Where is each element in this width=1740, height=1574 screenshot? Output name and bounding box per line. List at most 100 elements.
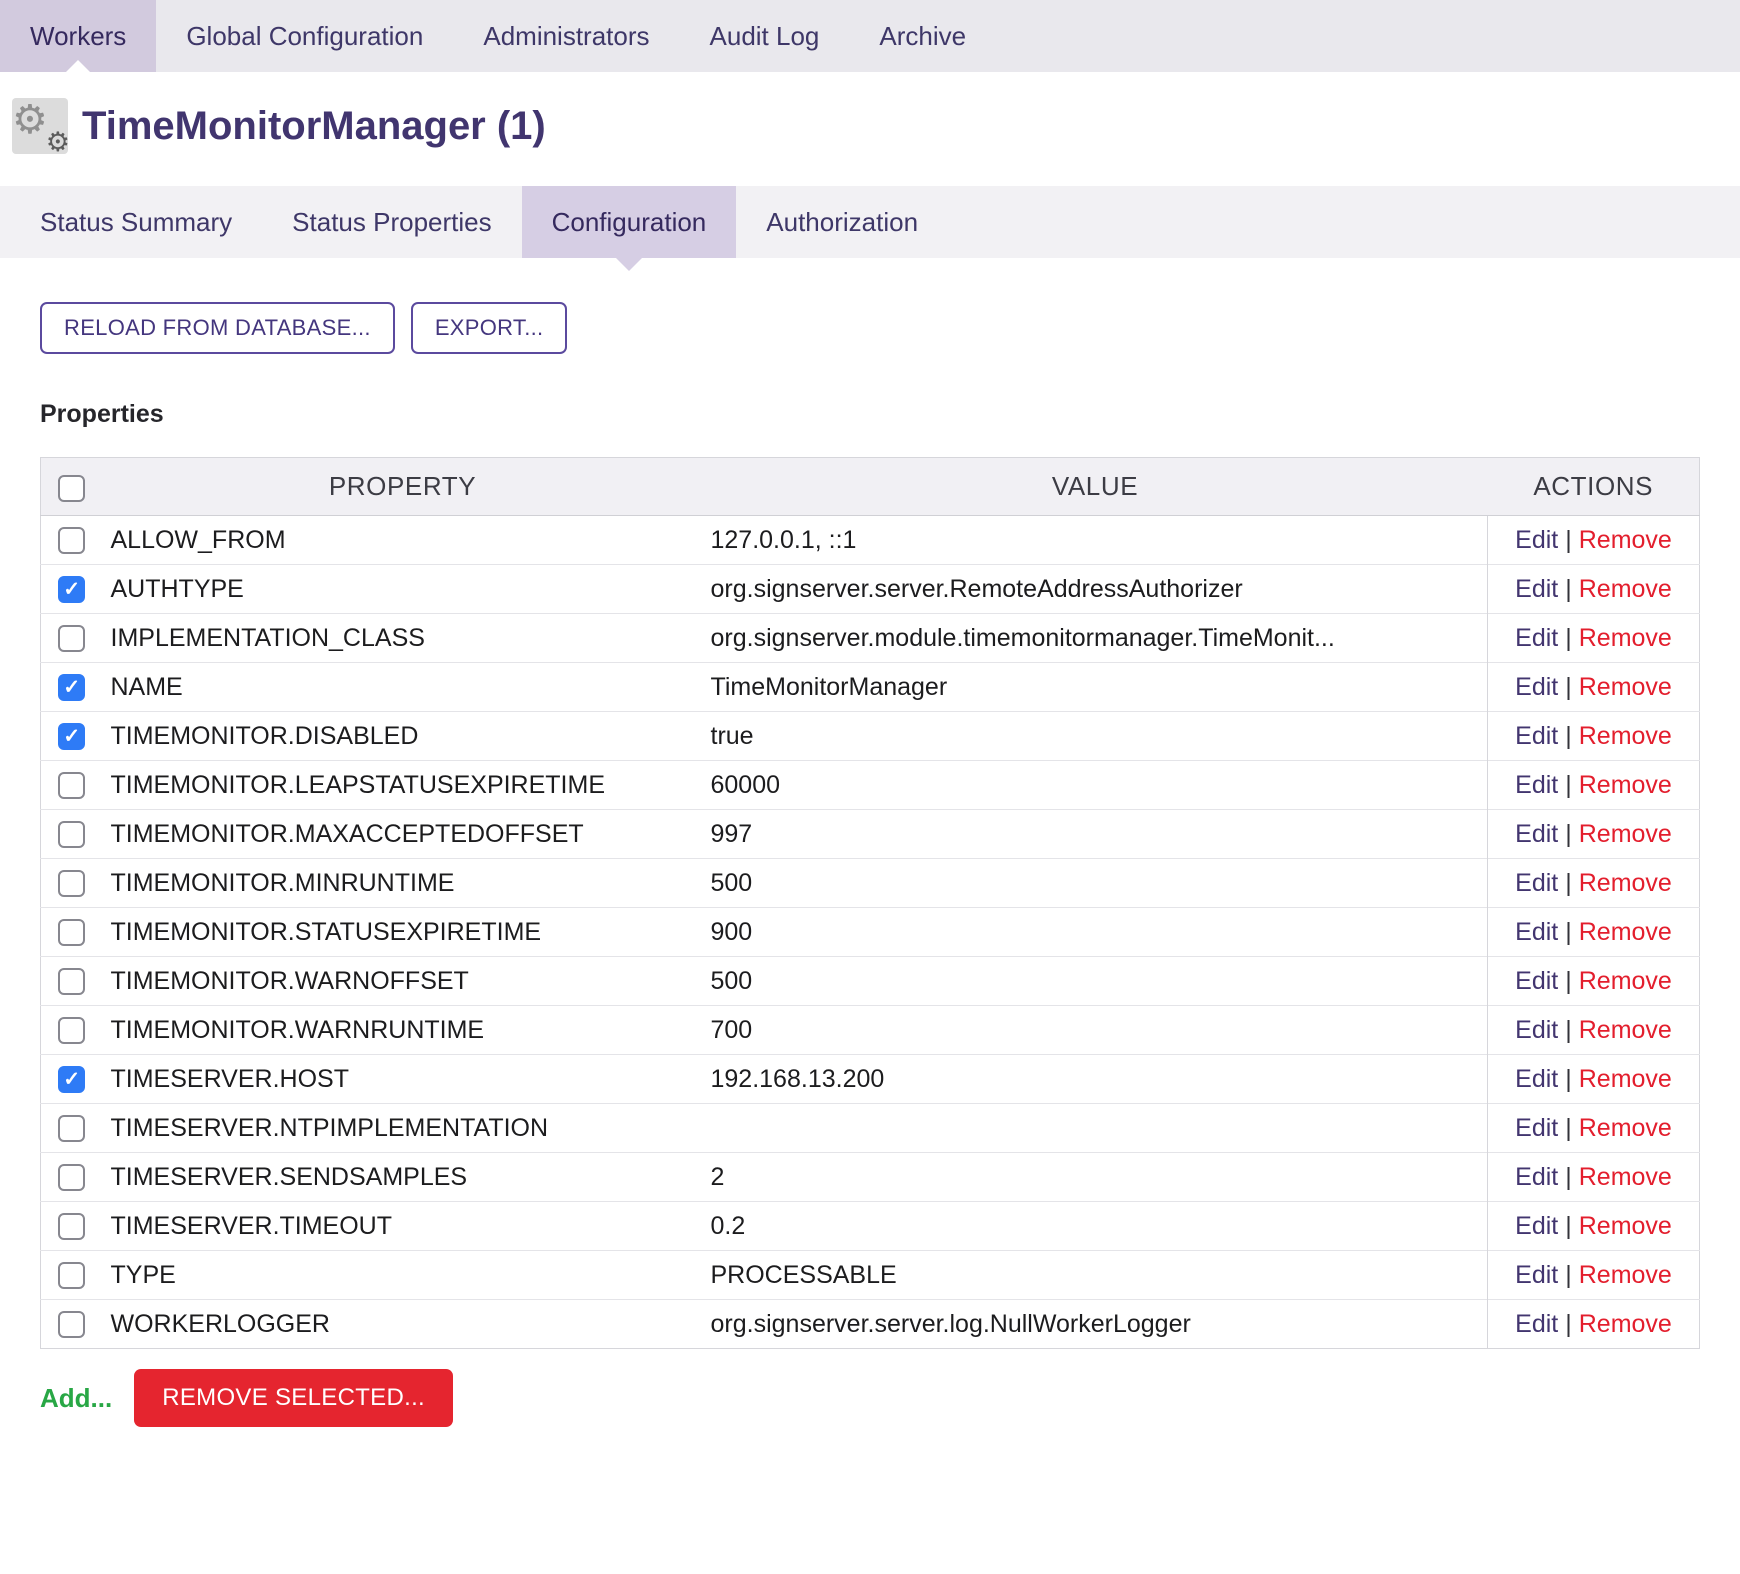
row-checkbox[interactable] xyxy=(58,1017,85,1044)
edit-link[interactable]: Edit xyxy=(1515,1016,1558,1044)
row-checkbox[interactable] xyxy=(58,821,85,848)
properties-table-body: ALLOW_FROM 127.0.0.1, ::1 Edit|Remove AU… xyxy=(41,516,1700,1349)
row-checkbox[interactable] xyxy=(58,968,85,995)
row-checkbox[interactable] xyxy=(58,674,85,701)
edit-link[interactable]: Edit xyxy=(1515,673,1558,701)
row-checkbox[interactable] xyxy=(58,1262,85,1289)
row-checkbox[interactable] xyxy=(58,625,85,652)
table-row: ALLOW_FROM 127.0.0.1, ::1 Edit|Remove xyxy=(41,516,1700,565)
remove-link[interactable]: Remove xyxy=(1579,918,1672,946)
action-separator: | xyxy=(1565,1163,1572,1191)
row-checkbox[interactable] xyxy=(58,1066,85,1093)
value-cell-text: TimeMonitorManager xyxy=(711,673,948,701)
value-column-header: VALUE xyxy=(703,458,1488,516)
action-separator: | xyxy=(1565,1212,1572,1240)
remove-link[interactable]: Remove xyxy=(1579,1016,1672,1044)
remove-link[interactable]: Remove xyxy=(1579,771,1672,799)
property-cell-text: TIMESERVER.NTPIMPLEMENTATION xyxy=(111,1114,549,1142)
properties-table-wrap: PROPERTY VALUE ACTIONS ALLOW_FROM 127.0.… xyxy=(40,457,1700,1349)
action-separator: | xyxy=(1565,918,1572,946)
row-checkbox[interactable] xyxy=(58,576,85,603)
edit-link[interactable]: Edit xyxy=(1515,575,1558,603)
remove-link[interactable]: Remove xyxy=(1579,722,1672,750)
row-checkbox[interactable] xyxy=(58,723,85,750)
remove-link[interactable]: Remove xyxy=(1579,526,1672,554)
edit-link[interactable]: Edit xyxy=(1515,967,1558,995)
action-separator: | xyxy=(1565,1310,1572,1338)
reload-from-database-button[interactable]: RELOAD FROM DATABASE... xyxy=(40,302,395,354)
property-cell-text: TIMEMONITOR.WARNOFFSET xyxy=(111,967,469,995)
edit-link[interactable]: Edit xyxy=(1515,869,1558,897)
row-checkbox[interactable] xyxy=(58,1164,85,1191)
table-row: TIMEMONITOR.MAXACCEPTEDOFFSET 997 Edit|R… xyxy=(41,810,1700,859)
nav-tab-archive[interactable]: Archive xyxy=(849,0,996,72)
row-checkbox[interactable] xyxy=(58,919,85,946)
edit-link[interactable]: Edit xyxy=(1515,1310,1558,1338)
remove-link[interactable]: Remove xyxy=(1579,624,1672,652)
add-link[interactable]: Add... xyxy=(40,1383,112,1414)
table-row: TIMESERVER.NTPIMPLEMENTATION Edit|Remove xyxy=(41,1104,1700,1153)
edit-link[interactable]: Edit xyxy=(1515,526,1558,554)
value-cell-text: true xyxy=(711,722,754,750)
edit-link[interactable]: Edit xyxy=(1515,771,1558,799)
nav-tab-administrators[interactable]: Administrators xyxy=(453,0,679,72)
tab-status-summary[interactable]: Status Summary xyxy=(10,186,262,258)
remove-link[interactable]: Remove xyxy=(1579,1065,1672,1093)
tab-configuration[interactable]: Configuration xyxy=(522,186,737,258)
property-cell-text: TYPE xyxy=(111,1261,176,1289)
action-separator: | xyxy=(1565,967,1572,995)
action-separator: | xyxy=(1565,1261,1572,1289)
edit-link[interactable]: Edit xyxy=(1515,1212,1558,1240)
action-separator: | xyxy=(1565,722,1572,750)
edit-link[interactable]: Edit xyxy=(1515,722,1558,750)
property-cell-text: TIMESERVER.TIMEOUT xyxy=(111,1212,393,1240)
remove-link[interactable]: Remove xyxy=(1579,1212,1672,1240)
value-cell-text: 997 xyxy=(711,820,753,848)
row-checkbox[interactable] xyxy=(58,1213,85,1240)
value-cell-text: 60000 xyxy=(711,771,781,799)
row-checkbox[interactable] xyxy=(58,527,85,554)
action-separator: | xyxy=(1565,869,1572,897)
remove-link[interactable]: Remove xyxy=(1579,1261,1672,1289)
export-button[interactable]: EXPORT... xyxy=(411,302,568,354)
nav-tab-workers[interactable]: Workers xyxy=(0,0,156,72)
nav-tab-audit-log[interactable]: Audit Log xyxy=(680,0,850,72)
row-checkbox[interactable] xyxy=(58,772,85,799)
page-header: ⚙ ⚙ TimeMonitorManager (1) xyxy=(12,98,1740,154)
remove-link[interactable]: Remove xyxy=(1579,967,1672,995)
edit-link[interactable]: Edit xyxy=(1515,1163,1558,1191)
property-cell-text: IMPLEMENTATION_CLASS xyxy=(111,624,425,652)
remove-link[interactable]: Remove xyxy=(1579,1114,1672,1142)
remove-link[interactable]: Remove xyxy=(1579,869,1672,897)
remove-link[interactable]: Remove xyxy=(1579,1310,1672,1338)
edit-link[interactable]: Edit xyxy=(1515,820,1558,848)
value-cell-text: 500 xyxy=(711,967,753,995)
remove-link[interactable]: Remove xyxy=(1579,575,1672,603)
action-separator: | xyxy=(1565,1016,1572,1044)
edit-link[interactable]: Edit xyxy=(1515,1114,1558,1142)
nav-tab-global-configuration[interactable]: Global Configuration xyxy=(156,0,453,72)
tab-authorization[interactable]: Authorization xyxy=(736,186,948,258)
table-row: IMPLEMENTATION_CLASS org.signserver.modu… xyxy=(41,614,1700,663)
remove-selected-button[interactable]: REMOVE SELECTED... xyxy=(134,1369,453,1427)
remove-link[interactable]: Remove xyxy=(1579,820,1672,848)
remove-link[interactable]: Remove xyxy=(1579,673,1672,701)
table-header-row: PROPERTY VALUE ACTIONS xyxy=(41,458,1700,516)
action-separator: | xyxy=(1565,820,1572,848)
row-checkbox[interactable] xyxy=(58,870,85,897)
configuration-toolbar: RELOAD FROM DATABASE... EXPORT... xyxy=(40,302,1740,354)
value-cell-text: 192.168.13.200 xyxy=(711,1065,885,1093)
edit-link[interactable]: Edit xyxy=(1515,1065,1558,1093)
row-checkbox[interactable] xyxy=(58,1115,85,1142)
remove-link[interactable]: Remove xyxy=(1579,1163,1672,1191)
action-separator: | xyxy=(1565,575,1572,603)
edit-link[interactable]: Edit xyxy=(1515,1261,1558,1289)
select-all-checkbox[interactable] xyxy=(58,475,85,502)
row-checkbox[interactable] xyxy=(58,1311,85,1338)
top-navigation: Workers Global Configuration Administrat… xyxy=(0,0,1740,72)
table-row: TIMEMONITOR.WARNRUNTIME 700 Edit|Remove xyxy=(41,1006,1700,1055)
action-separator: | xyxy=(1565,673,1572,701)
edit-link[interactable]: Edit xyxy=(1515,918,1558,946)
edit-link[interactable]: Edit xyxy=(1515,624,1558,652)
tab-status-properties[interactable]: Status Properties xyxy=(262,186,521,258)
